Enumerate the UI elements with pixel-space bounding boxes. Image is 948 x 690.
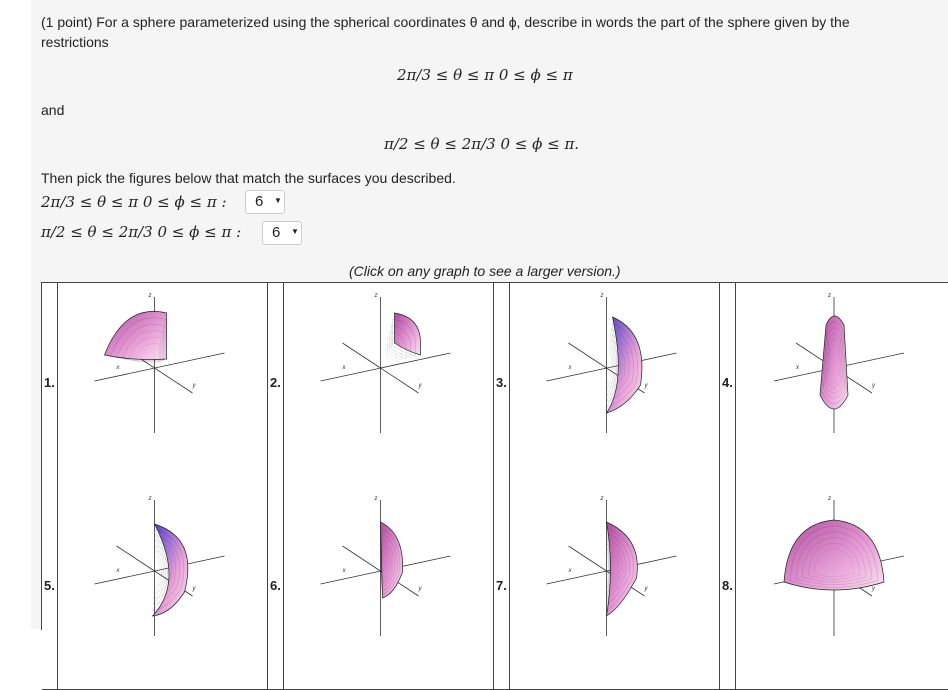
figure-cell[interactable]: 3. z x y [494,283,720,487]
y-axis [546,352,677,382]
surface-shape [104,311,167,363]
problem-intro: (1 point) For a sphere parameterized usi… [41,14,850,30]
y-axis-label: y [192,586,197,592]
figure-cell[interactable]: 4. z x y [720,283,948,487]
sphere-plot: zxy [773,496,905,636]
figure-graph[interactable]: z x y [736,283,948,486]
question-1-label: 2π/3 ≤ θ ≤ π 0 ≤ ϕ ≤ π : [41,193,227,211]
figure-number-cell: 1. [42,283,58,486]
figure-number-cell: 8. [720,486,736,689]
figure-cell[interactable]: 7. z x y [494,486,720,690]
equation-1: 2π/3 ≤ θ ≤ π 0 ≤ ϕ ≤ π [397,66,573,84]
equation-2: π/2 ≤ θ ≤ 2π/3 0 ≤ ϕ ≤ π. [384,135,580,153]
question-2-label: π/2 ≤ θ ≤ 2π/3 0 ≤ ϕ ≤ π : [41,223,242,241]
surface-shape [386,312,421,362]
x-axis-label: x [568,568,573,574]
figure-grid: 1.zxy2.zxy3.zxy4.zxy5.zxy6.zxy7.zxy8.zxy [41,282,948,690]
y-axis-label: y [418,383,423,389]
sphere-plot: z x y [320,496,451,636]
y-axis-label: y [644,383,649,389]
answer-1-value: 6 [255,193,264,210]
z-axis-label: z [148,293,152,299]
surface-shape [605,316,643,414]
sphere-plot: z x y [94,293,225,433]
y-axis-label: y [871,586,876,592]
surface-shape [606,521,638,617]
figure-number: 4. [722,375,733,390]
surface-shape [380,521,403,599]
dropdown-arrow-icon: ▼ [274,196,282,205]
figure-number-cell: 3. [494,283,510,486]
figure-number: 1. [44,375,55,390]
figure-cell[interactable]: 8. zxy [720,486,948,690]
dropdown-arrow-icon: ▼ [291,227,299,236]
figure-number-cell: 5. [42,486,58,689]
figure-number-cell: 7. [494,486,510,689]
figure-cell[interactable]: 6. z x y [268,486,494,690]
x-axis-label: x [116,365,121,371]
figure-number-cell: 4. [720,283,736,486]
y-axis [320,352,451,382]
figure-number: 5. [44,578,55,593]
figure-number: 7. [496,578,507,593]
figure-graph[interactable]: zxy [736,486,948,689]
surface-patch [606,521,638,617]
instruction-text: Then pick the figures below that match t… [41,170,456,186]
figure-number: 6. [270,578,281,593]
z-axis-label: z [827,293,831,299]
answer-2-value: 6 [272,224,281,241]
figure-graph[interactable]: z x y [58,486,268,689]
figure-number-cell: 2. [268,283,284,486]
sphere-plot: z x y [94,496,225,636]
mesh-line [386,344,397,362]
figure-graph[interactable]: z x y [284,283,494,486]
figure-number: 3. [496,375,507,390]
y-axis-label: y [871,383,876,389]
answer-2-select[interactable]: 6 ▼ [262,221,302,245]
surface-patch [605,316,643,414]
x-axis-label: x [568,365,573,371]
z-axis-label: z [374,496,378,502]
surface-shape [819,315,849,410]
problem-intro-cont: restrictions [41,34,109,50]
figure-cell[interactable]: 5. z x y [42,486,268,690]
figure-graph[interactable]: z x y [510,486,720,689]
x-axis-label: x [795,365,800,371]
x-axis-label: x [342,568,347,574]
x-axis-label: x [342,365,347,371]
surface-patch [394,312,421,356]
sphere-plot: z x y [546,293,677,433]
y-axis-label: y [644,586,649,592]
figure-number: 8. [722,578,733,593]
y-axis [94,555,225,585]
y-axis-label: y [418,586,423,592]
figure-graph[interactable]: z x y [284,486,494,689]
z-axis-label: z [148,496,152,502]
surface-shape [783,519,885,591]
figure-number: 2. [270,375,281,390]
figure-cell[interactable]: 1. z x y [42,283,268,487]
figure-number-cell: 6. [268,486,284,689]
and-text: and [41,102,65,118]
figure-graph[interactable]: z x y [510,283,720,486]
answer-1-select[interactable]: 6 ▼ [245,190,285,214]
surface-patch [104,311,167,360]
z-axis-label: z [827,496,831,502]
surface-patch [380,521,403,599]
z-axis-label: z [600,496,604,502]
graph-caption: (Click on any graph to see a larger vers… [349,263,621,279]
z-axis-label: z [374,293,378,299]
sphere-plot: z x y [546,496,677,636]
figure-cell[interactable]: 2. z x y [268,283,494,487]
y-axis-label: y [192,383,197,389]
sphere-plot: z x y [320,293,451,433]
z-axis-label: z [600,293,604,299]
sphere-plot: z x y [773,293,905,433]
x-axis-label: x [116,568,121,574]
figure-graph[interactable]: z x y [58,283,268,486]
